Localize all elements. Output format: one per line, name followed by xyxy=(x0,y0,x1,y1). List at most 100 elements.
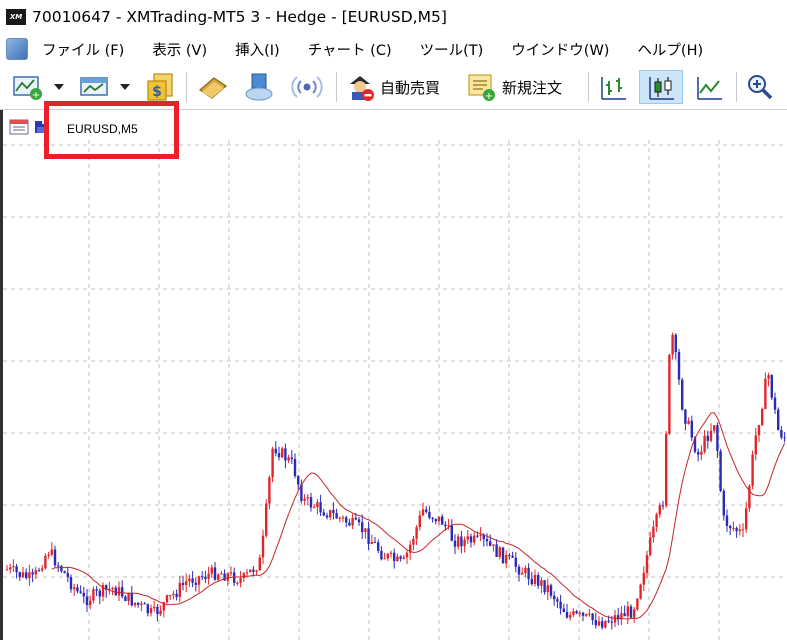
candle-body xyxy=(149,608,153,614)
candle-body xyxy=(297,476,300,485)
menu-tools[interactable]: ツール(T) xyxy=(420,39,484,60)
profiles-button[interactable] xyxy=(78,70,114,104)
new-chart-button[interactable]: + xyxy=(12,70,46,104)
bar-chart-button[interactable] xyxy=(594,70,632,104)
data-window-button[interactable] xyxy=(196,70,230,104)
line-chart-button[interactable] xyxy=(690,70,728,104)
candle-body xyxy=(450,525,453,541)
candle-body xyxy=(207,573,210,579)
candle-body xyxy=(98,590,101,597)
candle-body xyxy=(729,525,732,529)
candle-body xyxy=(204,576,207,579)
candle-body xyxy=(444,524,447,527)
candle-body xyxy=(5,569,9,571)
candle-body xyxy=(265,503,268,536)
menu-chart[interactable]: チャート (C) xyxy=(308,39,392,60)
candle-body xyxy=(111,587,114,589)
candlestick-chart-button[interactable] xyxy=(639,70,683,104)
new-order-icon: + xyxy=(468,74,495,102)
auto-trading-button[interactable]: 自動売買 xyxy=(344,70,440,104)
zoom-in-icon xyxy=(748,75,773,100)
candle-body xyxy=(53,549,57,566)
candle-body xyxy=(732,527,735,529)
candle-body xyxy=(517,566,521,575)
candle-body xyxy=(703,435,706,452)
chart-window-menu-icon[interactable] xyxy=(6,38,28,60)
candle-body xyxy=(658,505,661,515)
candle-body xyxy=(405,552,409,558)
candle-body xyxy=(553,595,556,600)
candle-body xyxy=(130,592,133,606)
candle-body xyxy=(543,580,546,593)
menu-window[interactable]: ウインドウ(W) xyxy=(511,39,609,60)
candle-body xyxy=(367,528,370,544)
candle-body xyxy=(153,606,156,609)
new-order-button[interactable]: + 新規注文 xyxy=(466,70,562,104)
dollar-chart-icon: $ xyxy=(147,73,173,101)
menu-file[interactable]: ファイル (F) xyxy=(42,39,124,60)
candle-body xyxy=(239,578,242,583)
candle-body xyxy=(165,595,169,603)
moving-average-line xyxy=(51,412,786,620)
candle-body xyxy=(533,575,537,585)
candle-body xyxy=(402,557,405,559)
new-chart-dropdown[interactable] xyxy=(54,70,64,104)
candle-body xyxy=(492,544,495,546)
candle-body xyxy=(735,527,738,532)
candle-body xyxy=(607,620,610,622)
chevron-down-icon xyxy=(120,84,130,90)
candle-body xyxy=(47,554,50,556)
highlight-annotation xyxy=(44,101,179,159)
market-watch-button[interactable]: $ xyxy=(144,70,178,104)
candle-body xyxy=(137,602,140,605)
svg-text:+: + xyxy=(32,90,40,101)
candle-body xyxy=(159,610,162,614)
candle-body xyxy=(357,519,361,523)
candle-body xyxy=(687,420,690,424)
zoom-in-button[interactable] xyxy=(744,70,776,104)
candle-body xyxy=(505,554,508,564)
candle-body xyxy=(44,555,47,569)
candle-body xyxy=(469,536,473,543)
candle-body xyxy=(665,433,668,506)
signals-button[interactable] xyxy=(290,70,324,104)
candle-body xyxy=(575,611,578,614)
chart-area[interactable]: EURUSD,M5 xyxy=(0,110,787,640)
svg-text:+: + xyxy=(485,91,493,102)
candle-body xyxy=(303,498,306,501)
candle-body xyxy=(559,601,562,609)
candle-body xyxy=(325,515,329,518)
candle-body xyxy=(437,516,441,522)
candlestick-icon xyxy=(649,77,674,100)
candle-body xyxy=(354,517,357,520)
candle-body xyxy=(418,515,421,528)
candle-body xyxy=(21,572,25,577)
price-chart[interactable] xyxy=(3,110,787,640)
candle-body xyxy=(431,517,434,519)
candle-body xyxy=(361,522,364,532)
candle-body xyxy=(697,451,700,455)
candle-body xyxy=(341,517,345,519)
candle-body xyxy=(181,582,185,585)
menu-view[interactable]: 表示 (V) xyxy=(152,39,207,60)
candle-body xyxy=(754,435,757,455)
candle-body xyxy=(498,547,501,557)
candle-body xyxy=(572,611,575,616)
candle-body xyxy=(524,567,527,573)
candle-body xyxy=(319,502,322,513)
candle-body xyxy=(767,375,770,379)
menu-help[interactable]: ヘルプ(H) xyxy=(637,39,703,60)
candle-body xyxy=(741,529,745,531)
candle-body xyxy=(725,515,729,526)
menu-insert[interactable]: 挿入(I) xyxy=(235,39,280,60)
candle-body xyxy=(463,539,466,547)
profiles-dropdown[interactable] xyxy=(120,70,130,104)
profiles-icon xyxy=(80,77,108,96)
candle-body xyxy=(549,585,553,596)
candle-body xyxy=(783,437,786,439)
navigator-button[interactable] xyxy=(242,70,276,104)
candle-body xyxy=(527,567,530,580)
candle-body xyxy=(287,457,290,461)
candle-body xyxy=(396,556,399,562)
candle-body xyxy=(453,540,457,547)
